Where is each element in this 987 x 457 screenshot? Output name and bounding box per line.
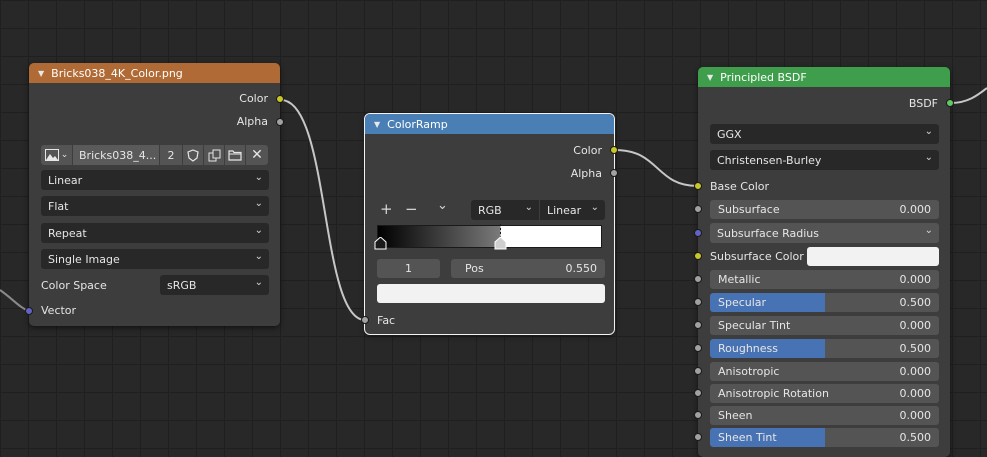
color-stop-active-handle[interactable] (494, 224, 507, 250)
collapse-triangle-icon[interactable]: ▼ (707, 73, 713, 82)
input-vector-socket[interactable] (25, 307, 33, 315)
color-space-dropdown[interactable]: sRGB ⌄ (160, 275, 269, 295)
stop-position-field[interactable]: Pos 0.550 (451, 259, 605, 278)
source-dropdown[interactable]: Single Image ⌄ (41, 249, 269, 269)
color-space-label: Color Space (41, 279, 107, 292)
output-alpha-socket[interactable] (276, 118, 284, 126)
stop-index-field[interactable]: 1 (377, 259, 440, 278)
projection-dropdown[interactable]: Flat ⌄ (41, 196, 269, 216)
color-mode-dropdown[interactable]: RGB ⌄ (471, 200, 539, 220)
specular-field[interactable]: Specular 0.500 (710, 293, 939, 312)
principled-bsdf-header[interactable]: ▼ Principled BSDF (698, 67, 950, 87)
output-alpha-socket[interactable] (610, 169, 618, 177)
output-alpha-label: Alpha (570, 167, 602, 180)
image-texture-header[interactable]: ▼ Bricks038_4K_Color.png (29, 63, 280, 83)
fake-user-button[interactable] (183, 145, 203, 165)
roughness-field[interactable]: Roughness 0.500 (710, 339, 939, 358)
image-texture-node[interactable]: ▼ Bricks038_4K_Color.png Color Alpha ⌄ B… (25, 63, 284, 326)
chevron-down-icon[interactable]: ⌄ (437, 198, 448, 213)
subsurface-radius-dropdown[interactable]: Subsurface Radius ⌄ (710, 223, 939, 243)
ramp-interpolation-dropdown[interactable]: Linear ⌄ (540, 200, 605, 220)
link-ramp-color-to-basecolor (614, 149, 699, 187)
output-color-socket[interactable] (276, 95, 284, 103)
link-bsdf-out (950, 87, 987, 104)
principled-bsdf-node[interactable]: ▼ Principled BSDF BSDF GGX ⌄ Christensen… (694, 67, 954, 457)
subsurface-field[interactable]: Subsurface 0.000 (710, 200, 939, 219)
sheen-tint-field[interactable]: Sheen Tint 0.500 (710, 428, 939, 447)
folder-icon (228, 150, 242, 161)
anisotropic-rotation-field[interactable]: Anisotropic Rotation 0.000 (710, 384, 939, 403)
output-bsdf-socket[interactable] (946, 99, 954, 107)
input-anisotropic-socket[interactable] (694, 367, 702, 375)
output-alpha-label: Alpha (236, 115, 268, 128)
color-stop-black-handle[interactable] (374, 237, 387, 250)
subsurface-color-label: Subsurface Color (710, 250, 804, 263)
chevron-down-icon: ⌄ (924, 152, 933, 163)
link-image-color-to-fac (280, 99, 366, 321)
chevron-down-icon: ⌄ (254, 198, 263, 209)
remove-stop-button[interactable]: − (405, 200, 418, 218)
output-color-label: Color (573, 144, 602, 157)
chevron-down-icon: ⌄ (524, 202, 533, 213)
node-title: Bricks038_4K_Color.png (51, 66, 183, 80)
duplicate-button[interactable] (204, 145, 224, 165)
open-image-button[interactable] (225, 145, 245, 165)
metallic-field[interactable]: Metallic 0.000 (710, 270, 939, 289)
image-name-field[interactable]: Bricks038_4... (73, 145, 159, 165)
subsurface-method-dropdown[interactable]: Christensen-Burley ⌄ (710, 150, 939, 170)
chevron-down-icon: ⌄ (924, 225, 933, 236)
input-base-color-socket[interactable] (694, 182, 702, 190)
chevron-down-icon: ⌄ (254, 277, 263, 288)
collapse-triangle-icon[interactable]: ▼ (374, 120, 380, 129)
chevron-down-icon: ⌄ (254, 251, 263, 262)
input-subsurface-color-socket[interactable] (694, 252, 702, 260)
unlink-image-button[interactable]: ✕ (246, 145, 268, 165)
colorramp-node[interactable]: ▼ ColorRamp Color Alpha + − ⌄ RGB ⌄ Line… (361, 113, 618, 335)
base-color-label: Base Color (710, 180, 770, 193)
close-icon: ✕ (251, 147, 263, 163)
sheen-field[interactable]: Sheen 0.000 (710, 406, 939, 425)
collapse-triangle-icon[interactable]: ▼ (38, 69, 44, 78)
duplicate-icon (208, 149, 220, 161)
specular-tint-field[interactable]: Specular Tint 0.000 (710, 316, 939, 335)
chevron-down-icon: ⌄ (60, 150, 69, 160)
input-specular-tint-socket[interactable] (694, 321, 702, 329)
input-roughness-socket[interactable] (694, 344, 702, 352)
image-name: Bricks038_4... (79, 148, 157, 162)
users-count[interactable]: 2 (160, 145, 182, 165)
input-sheen-tint-socket[interactable] (694, 433, 702, 441)
node-title: Principled BSDF (720, 70, 807, 84)
input-subsurface-socket[interactable] (694, 205, 702, 213)
input-fac-socket[interactable] (361, 316, 369, 324)
output-color-label: Color (239, 92, 268, 105)
stop-color-swatch[interactable] (377, 284, 605, 303)
input-sheen-socket[interactable] (694, 411, 702, 419)
input-metallic-socket[interactable] (694, 275, 702, 283)
add-stop-button[interactable]: + (380, 200, 393, 218)
extension-dropdown[interactable]: Repeat ⌄ (41, 223, 269, 243)
input-anisotropic-rotation-socket[interactable] (694, 389, 702, 397)
input-vector-label: Vector (41, 304, 77, 317)
chevron-down-icon: ⌄ (254, 225, 263, 236)
shield-icon (187, 148, 199, 162)
output-bsdf-label: BSDF (908, 97, 938, 110)
anisotropic-field[interactable]: Anisotropic 0.000 (710, 362, 939, 381)
chevron-down-icon: ⌄ (924, 126, 933, 137)
subsurface-color-swatch[interactable] (807, 247, 939, 266)
image-icon (44, 149, 59, 161)
distribution-dropdown[interactable]: GGX ⌄ (710, 124, 939, 144)
input-fac-label: Fac (377, 314, 396, 327)
chevron-down-icon: ⌄ (590, 202, 599, 213)
input-specular-socket[interactable] (694, 298, 702, 306)
chevron-down-icon: ⌄ (254, 172, 263, 183)
colorramp-header[interactable]: ▼ ColorRamp (365, 114, 614, 134)
color-ramp-gradient[interactable] (377, 225, 602, 248)
output-color-socket[interactable] (610, 146, 618, 154)
interpolation-dropdown[interactable]: Linear ⌄ (41, 170, 269, 190)
image-browse-button[interactable]: ⌄ (41, 145, 72, 165)
input-subsurface-radius-socket[interactable] (694, 229, 702, 237)
node-title: ColorRamp (387, 117, 448, 131)
